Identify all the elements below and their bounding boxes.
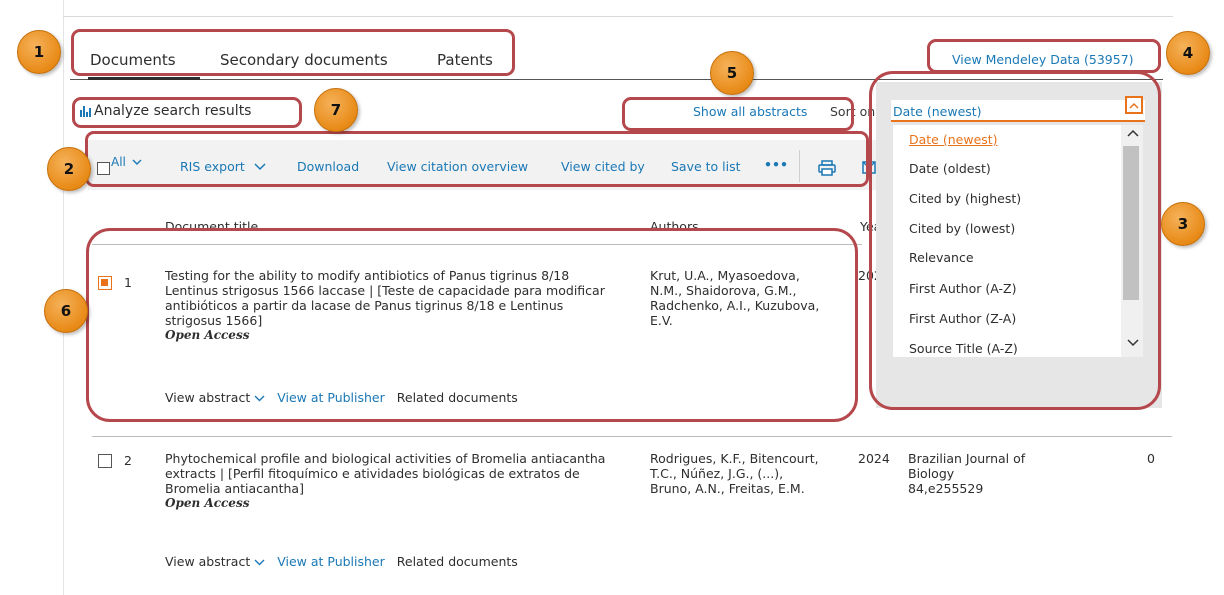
row-1-title[interactable]: Testing for the ability to modify antibi… — [165, 268, 605, 343]
row-2-cited-count[interactable]: 0 — [1147, 451, 1155, 466]
view-abstract-label: View abstract — [165, 554, 251, 569]
row-2-year: 2024 — [858, 451, 890, 466]
authors-line[interactable]: N.M., Shaidorova, G.M., — [650, 283, 819, 298]
email-icon[interactable] — [862, 161, 876, 174]
authors-line[interactable]: Radchenko, A.I., Kuzubova, — [650, 298, 819, 313]
title-line: Lentinus strigosus 1566 laccase | [Teste… — [165, 283, 605, 298]
title-line: extracts | [Perfil fitoquímico e ativida… — [165, 466, 580, 481]
row-2-number: 2 — [124, 453, 132, 468]
save-to-list-button[interactable]: Save to list — [671, 159, 741, 174]
row-2-authors: Rodrigues, K.F., Bitencourt, T.C., Núñez… — [650, 451, 819, 496]
callout-badge-6: 6 — [44, 289, 88, 333]
header-divider — [92, 244, 862, 245]
authors-line[interactable]: Krut, U.A., Myasoedova, — [650, 268, 819, 283]
scrollbar-thumb[interactable] — [1123, 146, 1139, 300]
sort-option-source-title-az[interactable]: Source Title (A-Z) — [909, 341, 1018, 356]
source-line: Brazilian Journal of — [908, 451, 1026, 466]
callout-badge-4: 4 — [1166, 31, 1210, 75]
view-abstract-label: View abstract — [165, 390, 251, 405]
authors-line[interactable]: Bruno, A.N., Freitas, E.M. — [650, 481, 819, 496]
sort-on-label: Sort on: — [830, 104, 880, 119]
tabs-divider — [70, 79, 1163, 80]
title-line: Bromelia antiacantha] — [165, 481, 304, 496]
title-line: Phytochemical profile and biological act… — [165, 451, 606, 466]
scroll-down-arrow-icon[interactable] — [1127, 339, 1139, 347]
sort-option-first-author-az[interactable]: First Author (A-Z) — [909, 281, 1016, 296]
column-header-authors[interactable]: Authors — [650, 219, 699, 234]
view-mendeley-data-link[interactable]: View Mendeley Data (53957) — [952, 52, 1134, 67]
analyze-search-results-button[interactable]: Analyze search results — [80, 103, 251, 119]
callout-badge-1: 1 — [17, 30, 61, 74]
scroll-up-arrow-icon[interactable] — [1127, 129, 1139, 137]
ris-export-dropdown[interactable]: RIS export — [180, 159, 266, 174]
chevron-down-icon — [254, 559, 265, 566]
chevron-down-icon — [254, 163, 266, 171]
sort-option-cited-lowest[interactable]: Cited by (lowest) — [909, 221, 1015, 236]
row-2-source[interactable]: Brazilian Journal of Biology 84,e255529 — [908, 451, 1025, 496]
select-all-dropdown[interactable]: All — [111, 155, 142, 169]
sort-option-cited-highest[interactable]: Cited by (highest) — [909, 191, 1021, 206]
source-line: 84,e255529 — [908, 481, 984, 496]
chevron-up-icon — [1129, 102, 1139, 109]
row-1-actions: View abstract View at Publisher Related … — [165, 390, 518, 405]
download-button[interactable]: Download — [297, 159, 359, 174]
row-divider — [92, 436, 1172, 437]
row-1-number: 1 — [124, 275, 132, 290]
tab-secondary-documents[interactable]: Secondary documents — [220, 51, 388, 69]
callout-badge-3: 3 — [1161, 202, 1205, 246]
view-abstract-toggle[interactable]: View abstract — [165, 554, 265, 569]
active-tab-indicator — [88, 77, 200, 80]
authors-line[interactable]: Rodrigues, K.F., Bitencourt, — [650, 451, 819, 466]
select-all-checkbox[interactable] — [97, 162, 110, 175]
open-access-label: Open Access — [165, 328, 250, 342]
row-2-title[interactable]: Phytochemical profile and biological act… — [165, 451, 605, 511]
related-documents-link[interactable]: Related documents — [397, 554, 518, 569]
analyze-label: Analyze search results — [94, 103, 252, 119]
row-1-checkbox[interactable] — [98, 276, 112, 290]
callout-badge-5: 5 — [710, 51, 754, 95]
sort-option-date-newest[interactable]: Date (newest) — [909, 132, 998, 147]
chevron-down-icon — [132, 159, 142, 165]
sort-option-date-oldest[interactable]: Date (oldest) — [909, 161, 991, 176]
sort-options-list: Date (newest) Date (oldest) Cited by (hi… — [893, 125, 1143, 357]
toolbar-separator — [799, 150, 800, 182]
callout-badge-2: 2 — [47, 147, 91, 191]
bar-chart-icon — [80, 105, 91, 117]
authors-line[interactable]: E.V. — [650, 313, 819, 328]
related-documents-link[interactable]: Related documents — [397, 390, 518, 405]
open-access-label: Open Access — [165, 496, 250, 510]
view-abstract-toggle[interactable]: View abstract — [165, 390, 265, 405]
row-2-actions: View abstract View at Publisher Related … — [165, 554, 518, 569]
more-options-button[interactable]: ••• — [764, 157, 788, 172]
sort-dropdown-toggle[interactable] — [1125, 96, 1143, 114]
view-at-publisher-link[interactable]: View at Publisher — [277, 390, 385, 405]
sort-selected-value[interactable]: Date (newest) — [893, 104, 982, 119]
view-at-publisher-link[interactable]: View at Publisher — [277, 554, 385, 569]
tab-documents[interactable]: Documents — [90, 51, 176, 69]
title-line: Testing for the ability to modify antibi… — [165, 268, 570, 283]
row-2-checkbox[interactable] — [98, 454, 112, 468]
view-cited-by-button[interactable]: View cited by — [561, 159, 645, 174]
authors-line[interactable]: T.C., Núñez, J.G., (...), — [650, 466, 819, 481]
ris-export-label: RIS export — [180, 159, 245, 174]
title-line: antibióticos a partir da lacase de Panus… — [165, 298, 564, 313]
row-1-authors: Krut, U.A., Myasoedova, N.M., Shaidorova… — [650, 268, 819, 328]
sort-option-relevance[interactable]: Relevance — [909, 250, 974, 265]
select-all-label: All — [111, 155, 126, 169]
tab-patents[interactable]: Patents — [437, 51, 493, 69]
view-citation-overview-button[interactable]: View citation overview — [387, 159, 528, 174]
print-icon[interactable] — [818, 160, 836, 176]
column-header-title[interactable]: Document title — [165, 219, 258, 234]
show-all-abstracts-link[interactable]: Show all abstracts — [693, 104, 807, 119]
chevron-down-icon — [254, 395, 265, 402]
top-divider — [63, 16, 1173, 17]
sort-option-first-author-za[interactable]: First Author (Z-A) — [909, 311, 1016, 326]
title-line: strigosus 1566] — [165, 313, 263, 328]
callout-badge-7: 7 — [314, 88, 358, 132]
source-line: Biology — [908, 466, 955, 481]
